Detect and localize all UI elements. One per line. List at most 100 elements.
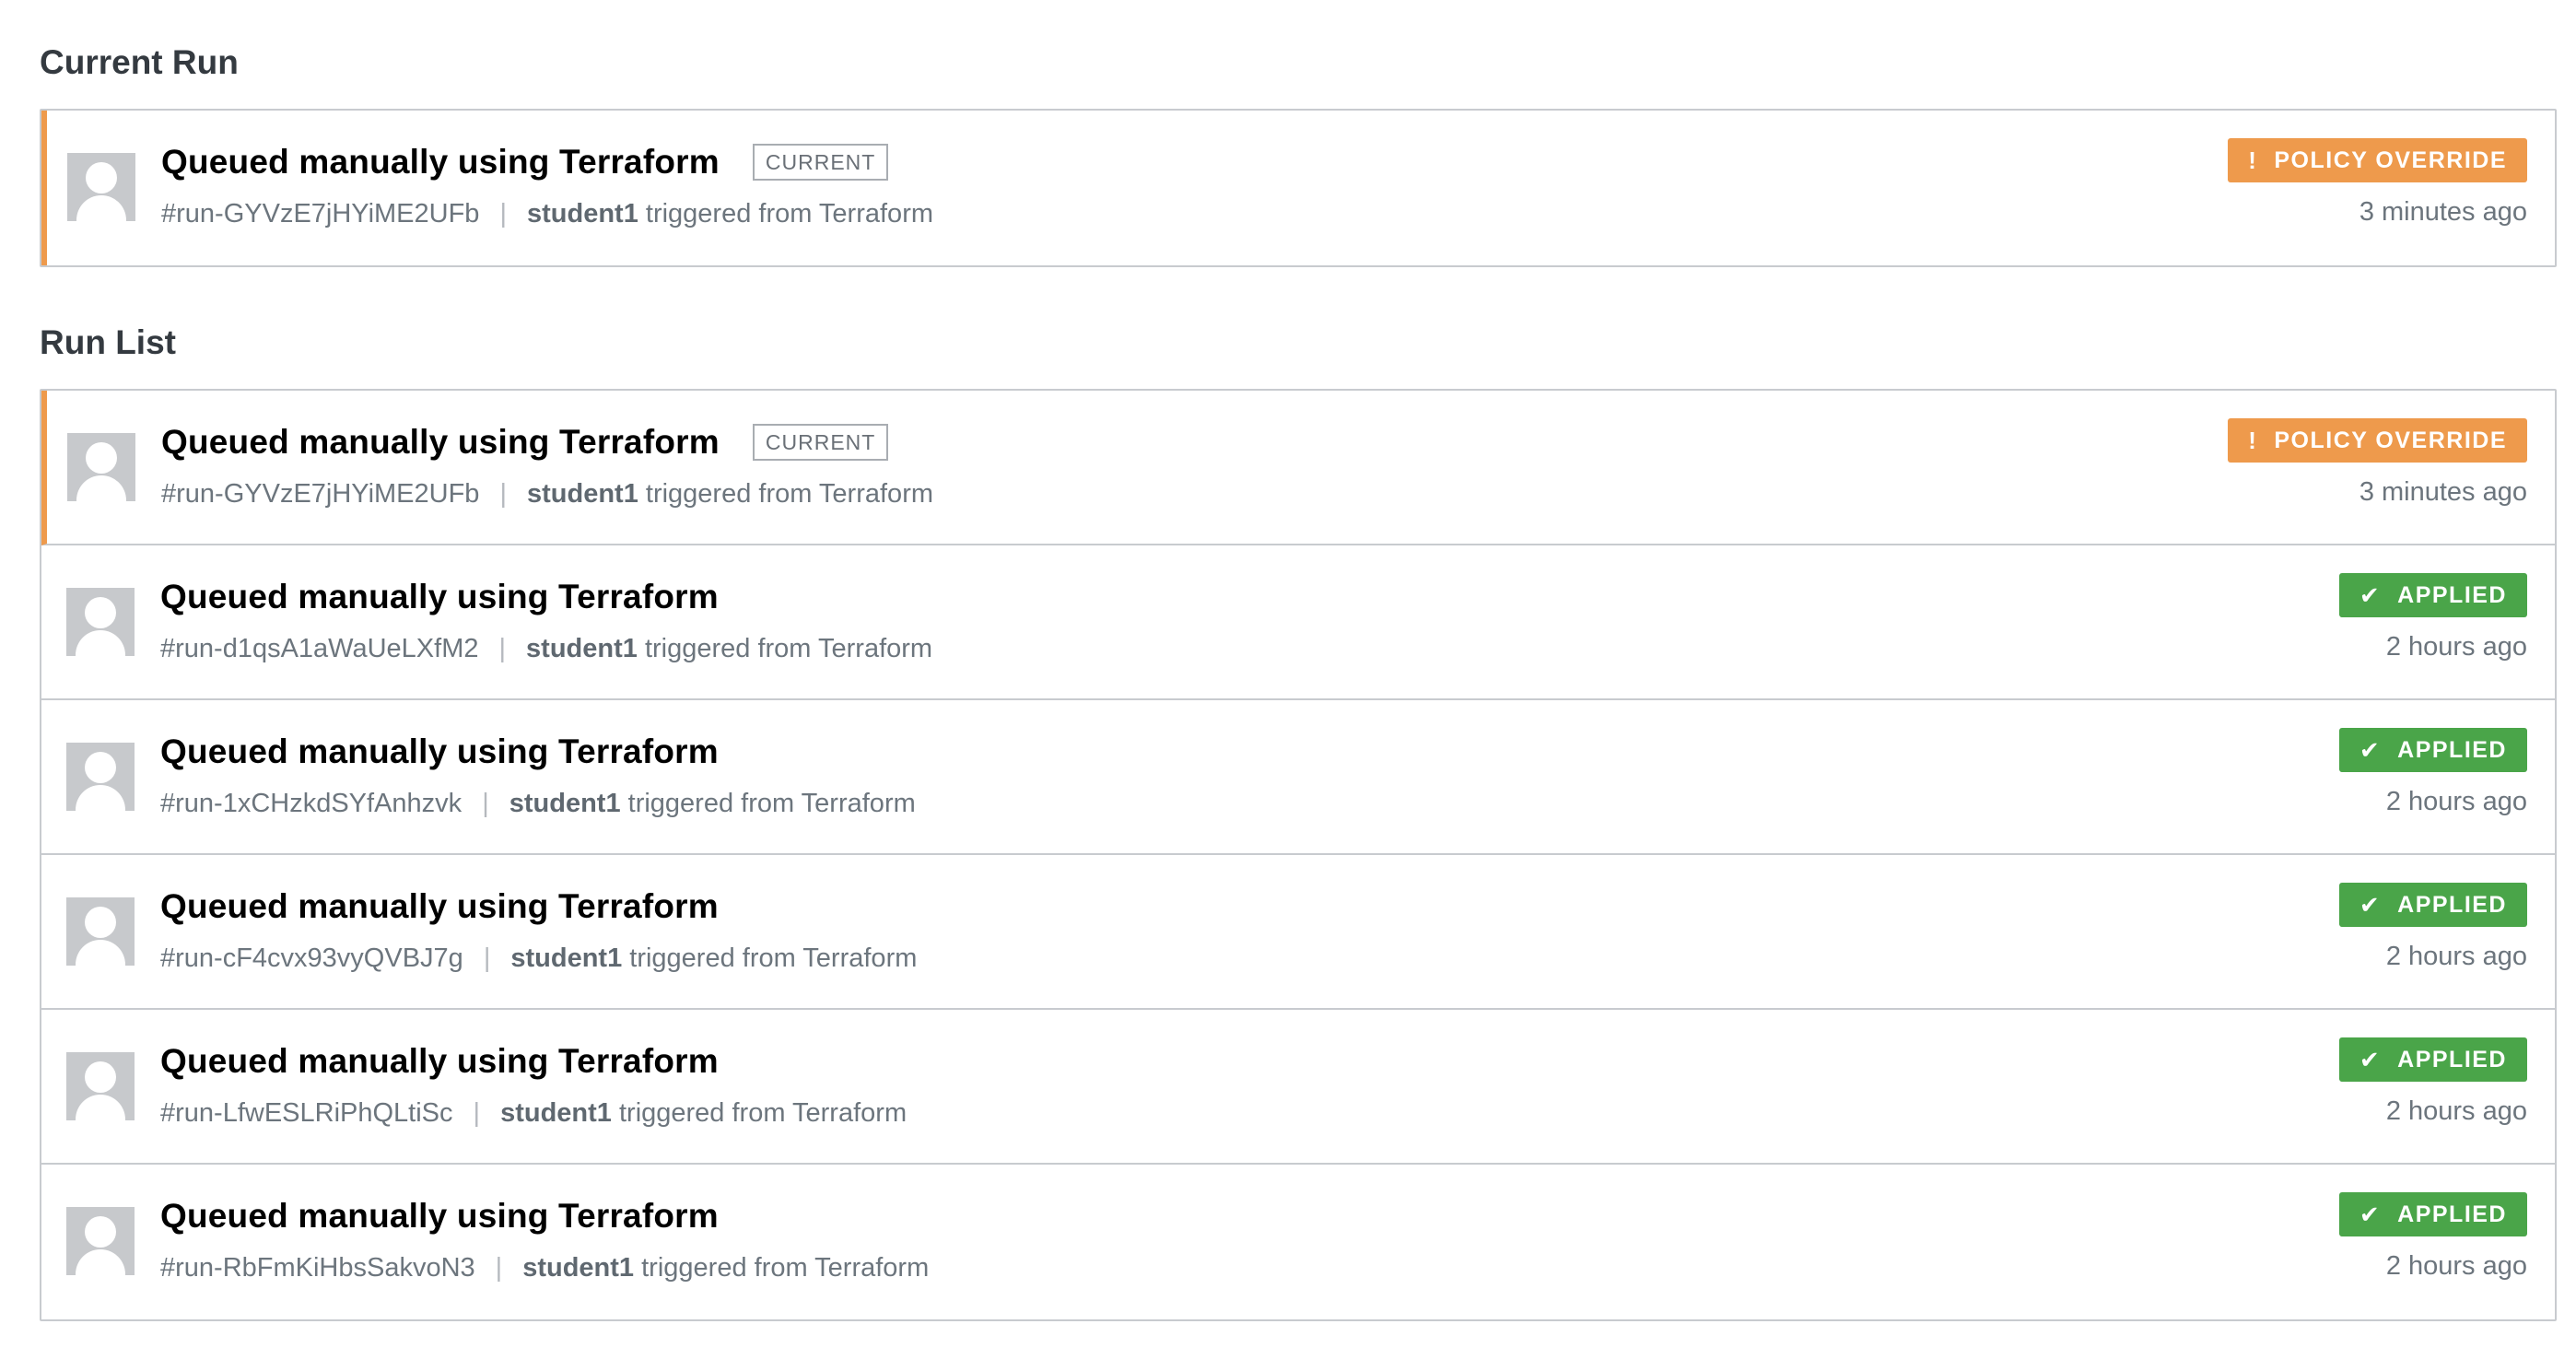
run-user: student1 bbox=[522, 1253, 635, 1283]
run-meta: #run-GYVzE7jHYiME2UFb | student1 triggered… bbox=[161, 479, 933, 510]
run-list: Queued manually using Terraform CURRENT … bbox=[40, 389, 2557, 1321]
run-status: ! POLICY OVERRIDE 3 minutes ago bbox=[2228, 138, 2527, 228]
run-content: Queued manually using Terraform #run-cF4… bbox=[160, 881, 917, 974]
user-avatar-icon bbox=[66, 1207, 135, 1275]
meta-separator: | bbox=[483, 943, 491, 973]
run-meta: #run-cF4cvx93vyQVBJ7g | student1 triggered… bbox=[160, 943, 917, 974]
run-user: student1 bbox=[510, 943, 623, 973]
meta-separator: | bbox=[498, 634, 507, 663]
run-meta: #run-LfwESLRiPhQLtiSc | student1 triggered… bbox=[160, 1098, 907, 1129]
run-time: 2 hours ago bbox=[2385, 787, 2527, 816]
current-run-heading: Current Run bbox=[40, 43, 239, 81]
meta-separator: | bbox=[473, 1098, 481, 1128]
applied-badge: ✔ APPLIED bbox=[2338, 1037, 2527, 1082]
badge-label: POLICY OVERRIDE bbox=[2274, 427, 2507, 453]
run-title[interactable]: Queued manually using Terraform bbox=[160, 1042, 719, 1081]
run-content: Queued manually using Terraform #run-RbF… bbox=[160, 1190, 929, 1283]
run-trigger-text: triggered from Terraform bbox=[638, 479, 934, 509]
run-time: 2 hours ago bbox=[2385, 632, 2527, 662]
run-user: student1 bbox=[509, 789, 621, 818]
run-trigger-text: triggered from Terraform bbox=[611, 1098, 907, 1128]
current-tag: CURRENT bbox=[752, 424, 889, 461]
run-trigger-text: triggered from Terraform bbox=[620, 789, 916, 818]
run-meta: #run-GYVzE7jHYiME2UFb | student1 triggered… bbox=[161, 199, 933, 229]
checkmark-icon: ✔ bbox=[2359, 580, 2382, 609]
run-meta: #run-d1qsA1aWaUeLXfM2 | student1 triggered… bbox=[160, 634, 932, 664]
run-content: Queued manually using Terraform #run-d1q… bbox=[160, 571, 932, 664]
run-id[interactable]: #run-GYVzE7jHYiME2UFb bbox=[161, 479, 479, 509]
badge-label: POLICY OVERRIDE bbox=[2274, 146, 2507, 173]
user-avatar-icon bbox=[66, 743, 135, 811]
run-id[interactable]: #run-1xCHzkdSYfAnhzvk bbox=[160, 789, 462, 818]
badge-label: APPLIED bbox=[2397, 1046, 2507, 1072]
run-id[interactable]: #run-d1qsA1aWaUeLXfM2 bbox=[160, 634, 479, 663]
run-id[interactable]: #run-GYVzE7jHYiME2UFb bbox=[161, 199, 479, 228]
run-user: student1 bbox=[526, 479, 638, 509]
runs-page: Current Run Queued manually using Terraf… bbox=[0, 0, 2557, 1321]
run-status: ! POLICY OVERRIDE 3 minutes ago bbox=[2228, 418, 2527, 508]
run-title[interactable]: Queued manually using Terraform bbox=[160, 887, 719, 926]
run-id[interactable]: #run-LfwESLRiPhQLtiSc bbox=[160, 1098, 453, 1128]
meta-separator: | bbox=[495, 1253, 503, 1283]
user-avatar-icon bbox=[66, 588, 135, 656]
run-time: 3 minutes ago bbox=[2359, 477, 2527, 507]
meta-separator: | bbox=[499, 199, 507, 228]
run-meta: #run-RbFmKiHbsSakvoN3 | student1 triggered… bbox=[160, 1253, 929, 1283]
badge-label: APPLIED bbox=[2397, 736, 2507, 763]
run-list-heading: Run List bbox=[40, 323, 176, 361]
exclamation-icon: ! bbox=[2248, 426, 2258, 454]
user-avatar-icon bbox=[67, 433, 135, 501]
run-list-item[interactable]: Queued manually using Terraform #run-d1q… bbox=[41, 545, 2555, 700]
run-content: Queued manually using Terraform CURRENT … bbox=[161, 136, 933, 229]
user-avatar-icon bbox=[66, 1052, 135, 1120]
run-trigger-text: triggered from Terraform bbox=[637, 634, 933, 663]
badge-label: APPLIED bbox=[2397, 891, 2507, 918]
run-status: ✔ APPLIED 2 hours ago bbox=[2338, 573, 2527, 662]
run-title[interactable]: Queued manually using Terraform bbox=[160, 578, 719, 616]
run-time: 3 minutes ago bbox=[2359, 197, 2527, 227]
meta-separator: | bbox=[499, 479, 507, 509]
run-title[interactable]: Queued manually using Terraform bbox=[161, 143, 720, 182]
applied-badge: ✔ APPLIED bbox=[2338, 883, 2527, 927]
applied-badge: ✔ APPLIED bbox=[2338, 1192, 2527, 1236]
run-status: ✔ APPLIED 2 hours ago bbox=[2338, 883, 2527, 972]
checkmark-icon: ✔ bbox=[2359, 890, 2382, 919]
policy-override-badge: ! POLICY OVERRIDE bbox=[2228, 138, 2527, 182]
run-meta: #run-1xCHzkdSYfAnhzvk | student1 triggered… bbox=[160, 789, 916, 819]
run-trigger-text: triggered from Terraform bbox=[622, 943, 918, 973]
run-content: Queued manually using Terraform #run-Lfw… bbox=[160, 1036, 907, 1129]
policy-override-badge: ! POLICY OVERRIDE bbox=[2228, 418, 2527, 463]
run-list-item[interactable]: Queued manually using Terraform CURRENT … bbox=[41, 391, 2555, 545]
run-time: 2 hours ago bbox=[2385, 1096, 2527, 1126]
run-list-item[interactable]: Queued manually using Terraform #run-cF4… bbox=[41, 855, 2555, 1010]
run-title[interactable]: Queued manually using Terraform bbox=[160, 732, 719, 771]
run-title[interactable]: Queued manually using Terraform bbox=[161, 423, 720, 462]
badge-label: APPLIED bbox=[2397, 1201, 2507, 1227]
run-user: student1 bbox=[500, 1098, 612, 1128]
applied-badge: ✔ APPLIED bbox=[2338, 728, 2527, 772]
exclamation-icon: ! bbox=[2248, 146, 2258, 174]
current-run-item[interactable]: Queued manually using Terraform CURRENT … bbox=[41, 111, 2555, 265]
run-list-item[interactable]: Queued manually using Terraform #run-Lfw… bbox=[41, 1010, 2555, 1165]
run-user: student1 bbox=[526, 199, 638, 228]
run-id[interactable]: #run-RbFmKiHbsSakvoN3 bbox=[160, 1253, 475, 1283]
run-title[interactable]: Queued manually using Terraform bbox=[160, 1197, 719, 1236]
run-status: ✔ APPLIED 2 hours ago bbox=[2338, 728, 2527, 817]
run-content: Queued manually using Terraform CURRENT … bbox=[161, 416, 933, 510]
run-time: 2 hours ago bbox=[2385, 942, 2527, 971]
run-list-item[interactable]: Queued manually using Terraform #run-1xC… bbox=[41, 700, 2555, 855]
run-status: ✔ APPLIED 2 hours ago bbox=[2338, 1192, 2527, 1282]
run-trigger-text: triggered from Terraform bbox=[638, 199, 934, 228]
run-trigger-text: triggered from Terraform bbox=[634, 1253, 930, 1283]
run-content: Queued manually using Terraform #run-1xC… bbox=[160, 726, 916, 819]
meta-separator: | bbox=[482, 789, 489, 818]
current-tag: CURRENT bbox=[752, 144, 889, 181]
badge-label: APPLIED bbox=[2397, 581, 2507, 608]
run-list-item[interactable]: Queued manually using Terraform #run-RbF… bbox=[41, 1165, 2555, 1319]
user-avatar-icon bbox=[67, 153, 135, 221]
run-time: 2 hours ago bbox=[2385, 1251, 2527, 1281]
applied-badge: ✔ APPLIED bbox=[2338, 573, 2527, 617]
run-id[interactable]: #run-cF4cvx93vyQVBJ7g bbox=[160, 943, 463, 973]
run-status: ✔ APPLIED 2 hours ago bbox=[2338, 1037, 2527, 1127]
run-user: student1 bbox=[526, 634, 638, 663]
